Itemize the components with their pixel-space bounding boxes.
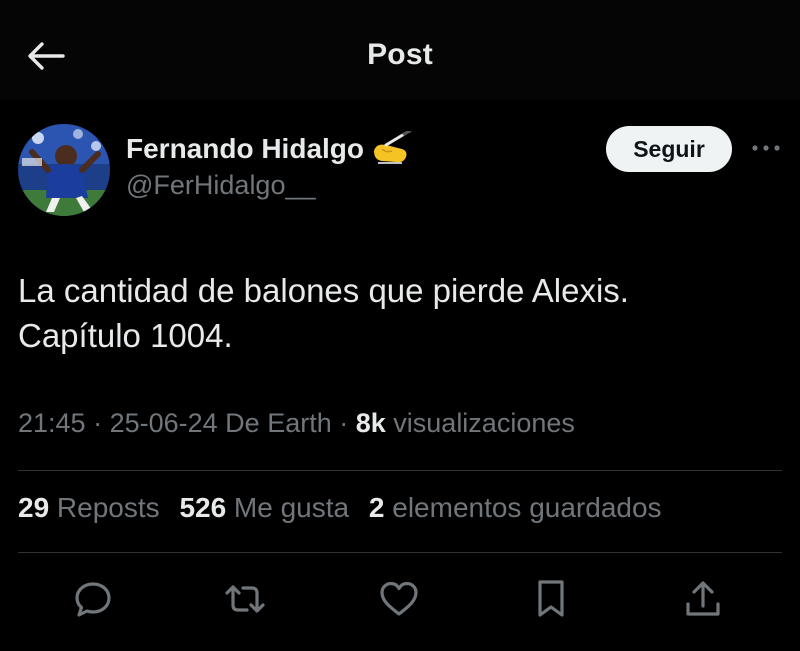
reply-icon: [75, 582, 111, 617]
views-label: visualizaciones: [385, 408, 575, 438]
meta-separator: ·: [331, 408, 356, 438]
author-name[interactable]: Fernando Hidalgo: [126, 133, 364, 165]
divider: [18, 552, 782, 553]
bookmark-icon: [538, 580, 564, 617]
more-options-button[interactable]: [748, 136, 784, 160]
reposts-count: 29: [18, 492, 50, 523]
reposts-stat[interactable]: 29 Reposts: [18, 492, 160, 523]
writing-hand-emoji-icon: [374, 131, 412, 164]
post-text-line: La cantidad de balones que pierde Alexis…: [18, 272, 629, 309]
likes-count: 526: [179, 492, 227, 523]
like-button[interactable]: [376, 576, 422, 622]
repost-button[interactable]: [222, 576, 268, 622]
share-button[interactable]: [680, 576, 726, 622]
post-text-line: Capítulo 1004.: [18, 317, 233, 354]
bookmarks-label: elementos guardados: [384, 492, 662, 523]
share-icon: [686, 581, 720, 616]
meta-separator: ·: [85, 408, 110, 438]
bookmarks-count: 2: [368, 492, 385, 523]
top-bar: Post: [0, 0, 800, 100]
avatar-image: [18, 124, 110, 216]
post-text: La cantidad de balones que pierde Alexis…: [18, 268, 778, 358]
bookmarks-stat[interactable]: 2 elementos guardados: [369, 492, 662, 523]
post-source: De Earth: [217, 408, 332, 438]
action-bar: [0, 576, 800, 622]
post-date[interactable]: 25-06-24: [110, 408, 218, 438]
heart-icon: [380, 581, 418, 616]
post-meta: 21:45 · 25-06-24 De Earth · 8k visualiza…: [18, 408, 575, 439]
follow-button[interactable]: Seguir: [606, 126, 732, 172]
avatar[interactable]: [18, 124, 110, 216]
page-title: Post: [367, 38, 433, 71]
post-stats: 29 Reposts 526 Me gusta 2 elementos guar…: [18, 492, 674, 524]
views-count: 8k: [355, 408, 386, 438]
author-handle[interactable]: @FerHidalgo__: [126, 170, 316, 201]
likes-label: Me gusta: [226, 492, 350, 523]
reply-button[interactable]: [70, 576, 116, 622]
author-name-row[interactable]: Fernando Hidalgo: [126, 130, 414, 168]
more-dots-icon: [752, 145, 780, 151]
repost-icon: [225, 585, 265, 613]
post-time[interactable]: 21:45: [18, 408, 86, 438]
bookmark-button[interactable]: [528, 576, 574, 622]
likes-stat[interactable]: 526 Me gusta: [179, 492, 349, 523]
reposts-label: Reposts: [49, 492, 160, 523]
divider: [18, 470, 782, 471]
